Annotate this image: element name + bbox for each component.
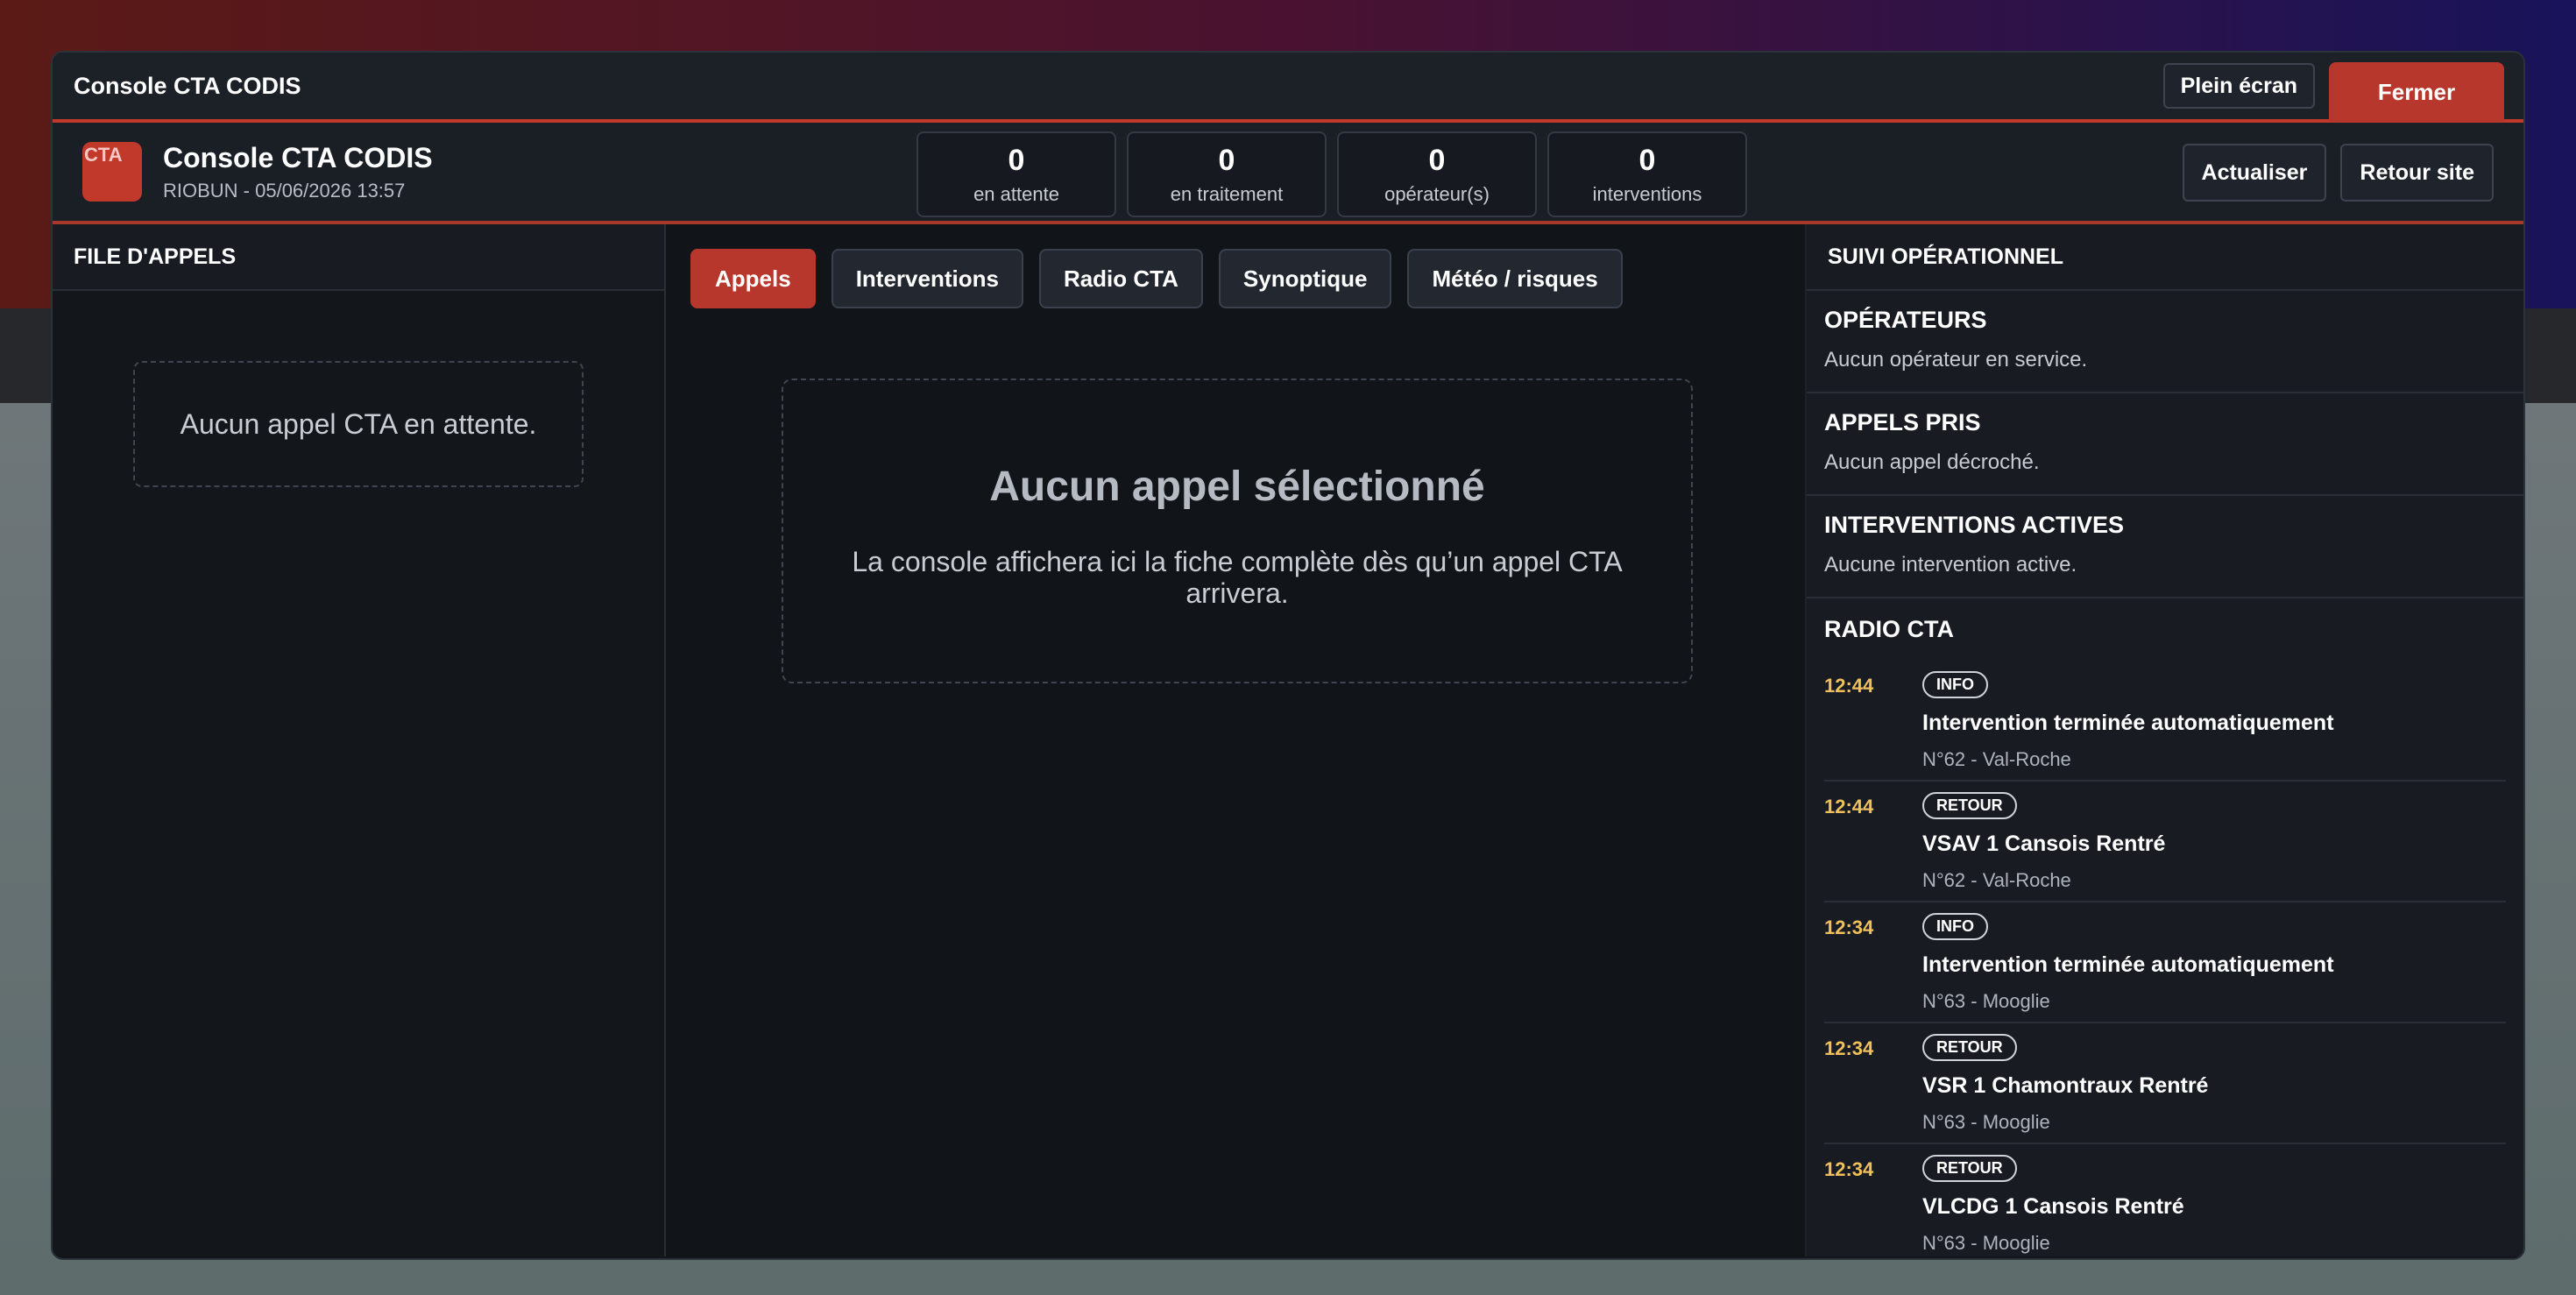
call-queue-title: FILE D'APPELS [53,224,664,291]
radio-item-badge: RETOUR [1922,1155,2017,1182]
radio-feed: 12:44 INFO Intervention terminée automat… [1807,643,2523,1256]
radio-item-content: INFO Intervention terminée automatiqueme… [1922,671,2506,780]
radio-title: RADIO CTA [1824,616,1954,642]
stat-label: en attente [973,183,1059,205]
tab-bar: Appels Interventions Radio CTA Synoptiqu… [666,224,1805,308]
radio-item: 12:34 INFO Intervention terminée automat… [1824,902,2506,1023]
tab-weather-risks[interactable]: Météo / risques [1407,249,1623,308]
calls-taken-title: APPELS PRIS [1824,409,1981,435]
stat-label: opérateur(s) [1384,183,1490,205]
stat-value: 0 [1428,144,1446,177]
radio-item: 12:34 RETOUR VSR 1 Chamontraux Rentré N°… [1824,1023,2506,1144]
header-actions: Actualiser Retour site [2182,144,2494,202]
modal-titlebar: Console CTA CODIS Plein écran Fermer [53,53,2523,123]
stat-operators: 0 opérateur(s) [1337,131,1537,217]
refresh-button[interactable]: Actualiser [2182,144,2327,202]
titlebar-actions: Plein écran Fermer [2162,53,2504,122]
modal-title: Console CTA CODIS [74,72,301,99]
stat-waiting: 0 en attente [916,131,1116,217]
radio-item-location: N°63 - Mooglie [1922,1232,2050,1254]
back-to-site-button[interactable]: Retour site [2340,144,2494,202]
radio-item-badge: INFO [1922,913,1988,940]
active-interventions-text: Aucune intervention active. [1824,553,2077,577]
cta-logo: CTA [82,142,142,202]
stats-bar: 0 en attente 0 en traitement 0 opérateur… [916,131,1747,217]
stat-value: 0 [1008,144,1025,177]
tab-interventions[interactable]: Interventions [831,249,1023,308]
operators-text: Aucun opérateur en service. [1824,348,2088,372]
radio-item-time: 12:34 [1824,916,1874,938]
radio-item-time: 12:44 [1824,796,1874,817]
calls-taken-section: APPELS PRIS Aucun appel décroché. [1807,393,2523,496]
operators-title: OPÉRATEURS [1824,307,1987,333]
active-interventions-section: INTERVENTIONS ACTIVES Aucune interventio… [1807,496,2523,598]
stat-value: 0 [1218,144,1235,177]
call-queue-empty: Aucun appel CTA en attente. [133,361,584,487]
radio-item-location: N°62 - Val-Roche [1922,748,2071,770]
radio-item-content: INFO Intervention terminée automatiqueme… [1922,913,2506,1022]
tab-calls[interactable]: Appels [690,249,816,308]
no-call-title: Aucun appel sélectionné [989,464,1485,510]
radio-item-location: N°62 - Val-Roche [1922,869,2071,891]
main-panel: Appels Interventions Radio CTA Synoptiqu… [666,224,1807,1256]
brand: Console CTA CODIS RIOBUN - 05/06/2026 13… [163,142,433,202]
radio-item-content: RETOUR VSR 1 Chamontraux Rentré N°63 - M… [1922,1034,2506,1143]
radio-item: 12:44 RETOUR VSAV 1 Cansois Rentré N°62 … [1824,782,2506,902]
cta-console-modal: Console CTA CODIS Plein écran Fermer CTA… [51,51,2525,1260]
tab-synoptic[interactable]: Synoptique [1218,249,1392,308]
radio-item-content: RETOUR VLCDG 1 Cansois Rentré N°63 - Moo… [1922,1155,2506,1256]
console-header: CTA Console CTA CODIS RIOBUN - 05/06/202… [53,123,2523,224]
console-name: Console CTA CODIS [163,141,433,173]
ops-panel: SUIVI OPÉRATIONNEL OPÉRATEURS Aucun opér… [1807,224,2523,1256]
no-call-text: La console affichera ici la fiche complè… [852,546,1623,609]
radio-item: 12:34 RETOUR VLCDG 1 Cansois Rentré N°63… [1824,1144,2506,1256]
radio-item-badge: RETOUR [1922,1034,2017,1061]
radio-item: 12:44 INFO Intervention terminée automat… [1824,661,2506,782]
radio-section: RADIO CTA [1807,598,2523,643]
radio-item-badge: INFO [1922,671,1988,698]
console-subtitle: RIOBUN - 05/06/2026 13:57 [163,179,406,202]
no-call-selected-box: Aucun appel sélectionné La console affic… [782,379,1693,683]
stat-value: 0 [1638,144,1656,177]
ops-title: SUIVI OPÉRATIONNEL [1807,224,2523,291]
radio-item-badge: RETOUR [1922,792,2017,819]
radio-item-headline: VLCDG 1 Cansois Rentré [1922,1194,2184,1219]
radio-item-time: 12:34 [1824,1037,1874,1059]
console-body: FILE D'APPELS Aucun appel CTA en attente… [53,224,2523,1256]
tab-radio-cta[interactable]: Radio CTA [1038,249,1203,308]
radio-item-time: 12:34 [1824,1158,1874,1180]
close-button[interactable]: Fermer [2329,62,2504,122]
calls-taken-text: Aucun appel décroché. [1824,450,2040,474]
operators-section: OPÉRATEURS Aucun opérateur en service. [1807,291,2523,393]
call-queue-panel: FILE D'APPELS Aucun appel CTA en attente… [53,224,666,1256]
stat-label: interventions [1592,183,1702,205]
active-interventions-title: INTERVENTIONS ACTIVES [1824,512,2125,538]
radio-item-location: N°63 - Mooglie [1922,990,2050,1012]
fullscreen-button[interactable]: Plein écran [2162,63,2315,109]
radio-item-time: 12:44 [1824,675,1874,697]
radio-item-headline: Intervention terminée automatiquement [1922,952,2334,977]
radio-item-location: N°63 - Mooglie [1922,1111,2050,1133]
stat-processing: 0 en traitement [1127,131,1327,217]
radio-item-headline: VSAV 1 Cansois Rentré [1922,831,2166,856]
radio-item-headline: VSR 1 Chamontraux Rentré [1922,1073,2209,1098]
radio-item-headline: Intervention terminée automatiquement [1922,711,2334,735]
radio-item-content: RETOUR VSAV 1 Cansois Rentré N°62 - Val-… [1922,792,2506,901]
stat-label: en traitement [1170,183,1284,205]
stat-interventions: 0 interventions [1547,131,1747,217]
